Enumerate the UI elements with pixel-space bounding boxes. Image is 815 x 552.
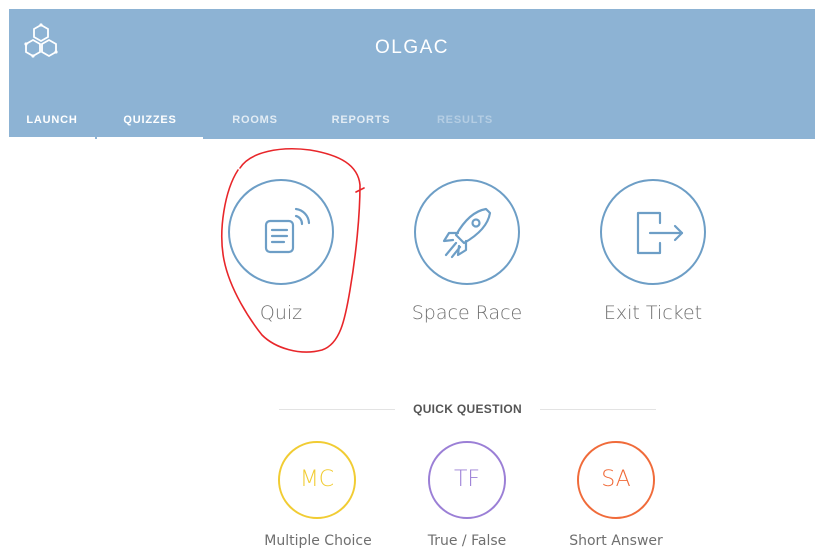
main-nav: LAUNCH QUIZZES ROOMS REPORTS RESULTS xyxy=(9,107,815,139)
true-false-label: True / False xyxy=(427,533,507,549)
space-race-circle[interactable] xyxy=(414,179,520,285)
multiple-choice-button[interactable]: MC xyxy=(278,441,356,519)
rocket-icon xyxy=(442,207,492,259)
short-answer-label: Short Answer xyxy=(569,533,663,549)
tab-underline xyxy=(9,137,95,139)
divider-right xyxy=(540,409,656,410)
tab-results: RESULTS xyxy=(425,107,505,139)
exit-ticket-circle[interactable] xyxy=(600,179,706,285)
tab-label: ROOMS xyxy=(232,114,278,126)
quiz-circle[interactable] xyxy=(228,179,334,285)
true-false-button[interactable]: TF xyxy=(428,441,506,519)
tab-underline xyxy=(97,137,203,139)
tab-reports[interactable]: REPORTS xyxy=(319,107,403,139)
multiple-choice-label: Multiple Choice xyxy=(264,533,372,549)
quiz-label: Quiz xyxy=(259,302,303,324)
tab-label: LAUNCH xyxy=(26,114,78,126)
exit-ticket-label: Exit Ticket xyxy=(603,302,703,324)
quiz-broadcast-icon xyxy=(264,207,311,254)
space-race-label: Space Race xyxy=(411,302,523,324)
quick-question-title: QUICK QUESTION xyxy=(413,402,522,416)
tab-quizzes[interactable]: QUIZZES xyxy=(97,107,203,139)
app-title: OLGAC xyxy=(374,37,450,58)
app-header: OLGAC LAUNCH QUIZZES ROOMS REPORTS RESUL… xyxy=(9,9,815,139)
tab-label: REPORTS xyxy=(331,114,391,126)
tab-label: QUIZZES xyxy=(123,114,177,126)
exit-door-icon xyxy=(636,211,684,255)
divider-left xyxy=(279,409,395,410)
short-answer-button[interactable]: SA xyxy=(577,441,655,519)
tab-launch[interactable]: LAUNCH xyxy=(9,107,95,139)
tab-rooms[interactable]: ROOMS xyxy=(215,107,295,139)
tab-label: RESULTS xyxy=(436,114,494,126)
